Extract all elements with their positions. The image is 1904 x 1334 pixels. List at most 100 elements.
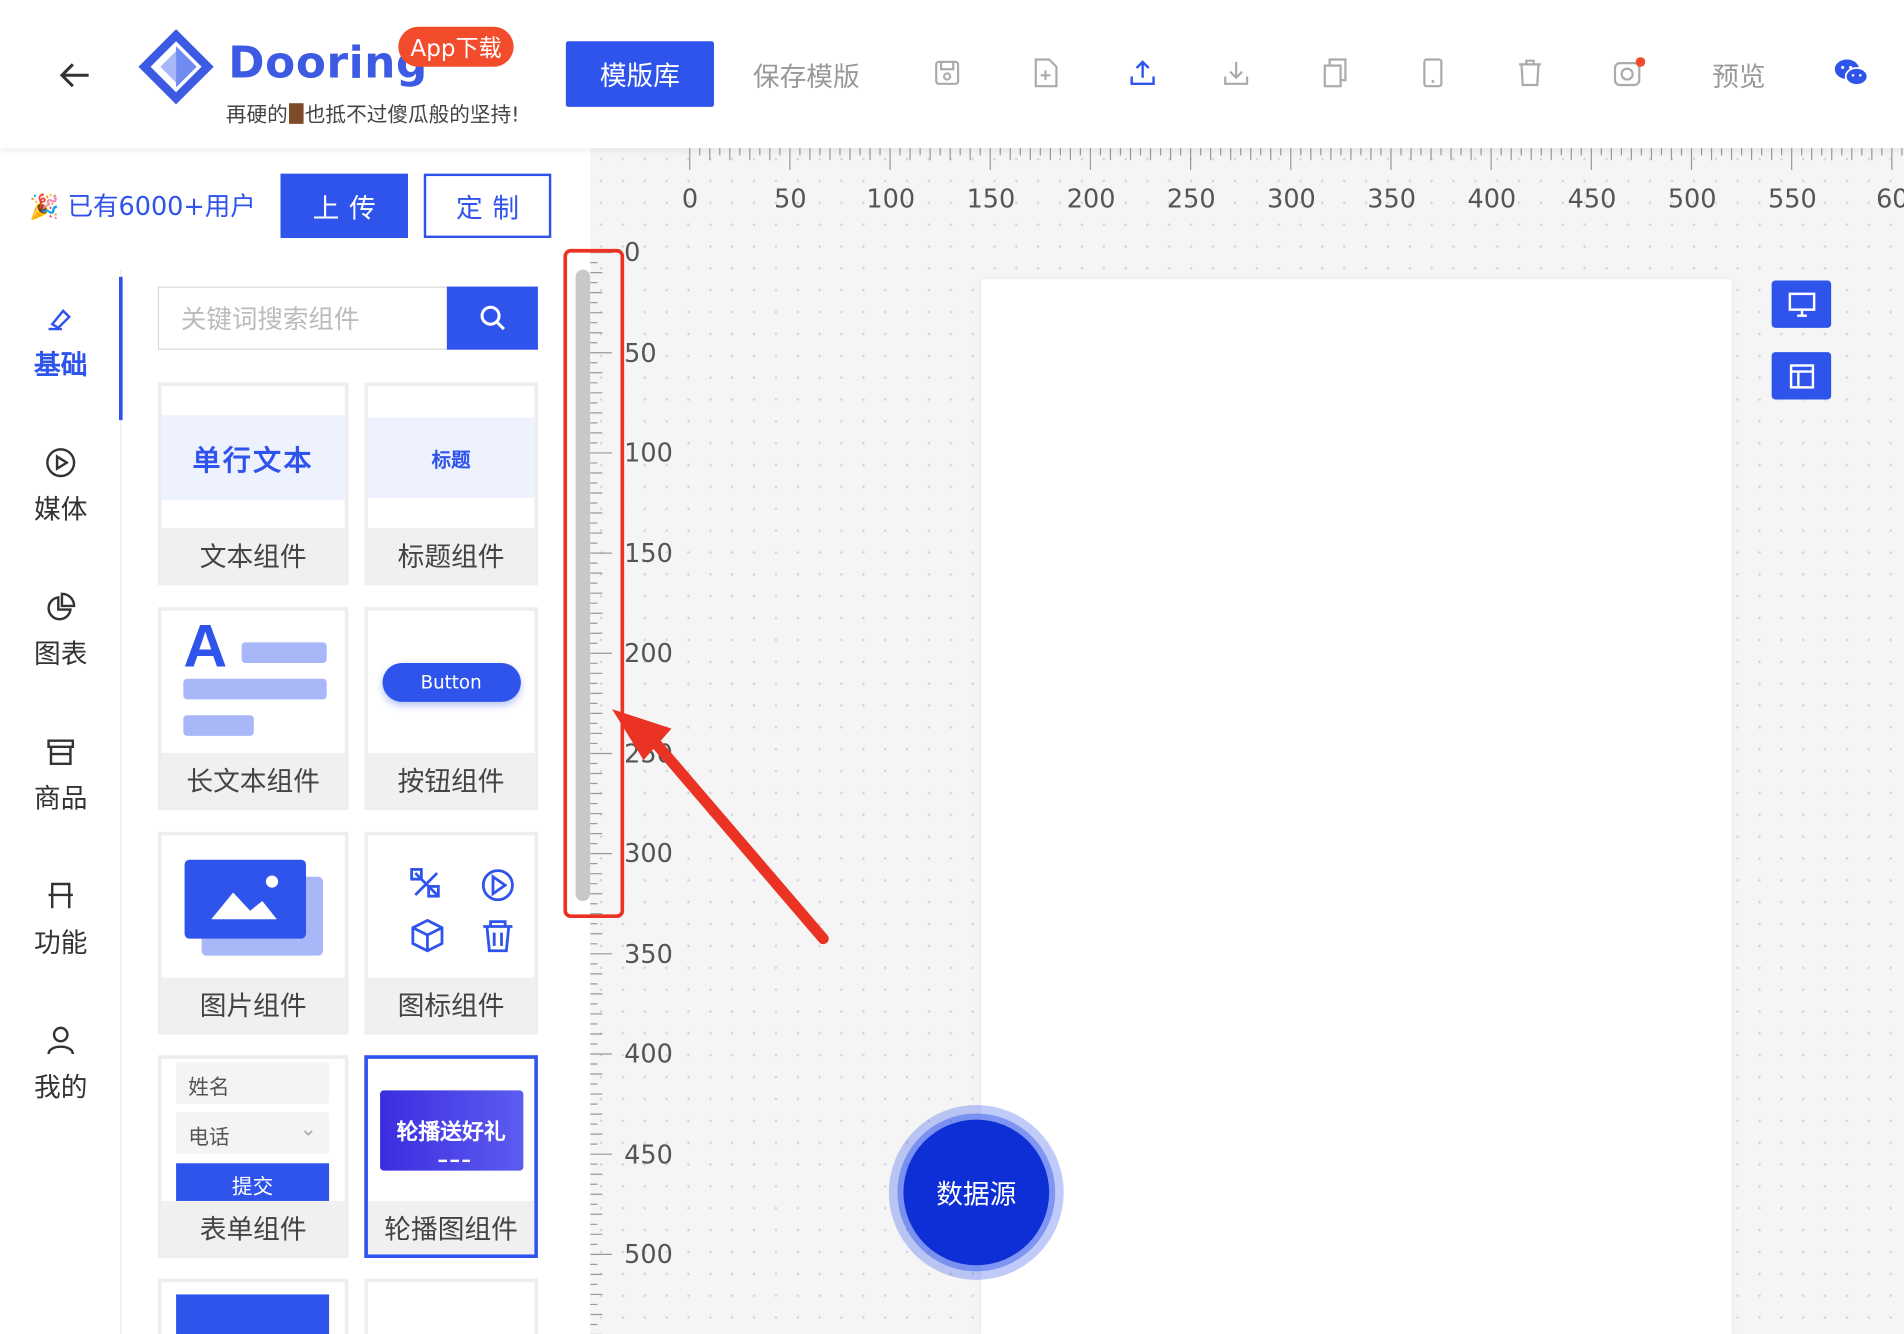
form-phone-field: 电话 ⌄	[176, 1112, 330, 1154]
carousel-thumb: 轮播送好礼	[368, 1059, 534, 1201]
line-bar	[183, 715, 254, 736]
highlight-icon	[48, 309, 71, 331]
h-ruler-tick-label: 450	[1567, 184, 1617, 214]
h-ruler-tick-label: 550	[1768, 184, 1817, 214]
tab-basic[interactable]: 基础	[0, 276, 123, 421]
mobile-icon[interactable]	[1411, 51, 1455, 95]
form-component-card[interactable]: 姓名 电话 ⌄ 提交 表单组件	[157, 1055, 349, 1258]
data-source-label: 数据源	[903, 1119, 1050, 1266]
icons-grid	[409, 867, 514, 952]
users-count: 🎉 已有6000+用户	[29, 187, 256, 223]
h-ruler-tick-label: 60	[1876, 184, 1904, 214]
h-ruler-tick-label: 150	[966, 184, 1016, 214]
upload-button[interactable]: 上传	[280, 173, 408, 238]
tab-label: 图表	[33, 639, 88, 671]
tab-media[interactable]: 媒体	[0, 420, 121, 554]
dooring-logo-icon	[134, 24, 219, 109]
editor-canvas[interactable]: 0 50 100 150 200 250 300 350 400 450 500 550 60 0 50 1…	[590, 148, 1904, 1334]
layout-icon[interactable]	[1771, 352, 1832, 400]
play-circle-icon	[46, 448, 76, 478]
preview-button[interactable]: 预览	[1712, 56, 1765, 95]
h-ruler-tick-label: 400	[1467, 184, 1517, 214]
longtext-component-card[interactable]: A 长文本组件	[157, 607, 349, 810]
next-component-card[interactable]	[364, 1278, 538, 1334]
form-phone-label: 电话	[188, 1125, 230, 1150]
new-file-icon[interactable]	[1024, 51, 1068, 95]
door-emoji-icon	[289, 103, 304, 124]
template-library-button[interactable]: 模版库	[565, 41, 714, 107]
slogan: 再硬的 也抵不过傻瓜般的坚持!	[225, 97, 520, 128]
user-icon	[47, 1026, 75, 1055]
slogan-part1: 再硬的	[225, 103, 288, 128]
line-bar	[183, 678, 327, 700]
v-ruler-tick-label: 500	[624, 1239, 673, 1269]
button-preview: Button	[381, 662, 521, 702]
image-component-card[interactable]: 图片组件	[157, 831, 349, 1035]
image-thumb	[162, 835, 345, 977]
image-icon	[183, 859, 323, 956]
v-ruler-tick-label: 250	[624, 738, 673, 769]
component-search-input[interactable]: 关键词搜索组件	[157, 286, 447, 350]
line-bar	[241, 642, 327, 663]
scrollbar-highlight-box	[563, 248, 625, 918]
v-ruler-tick-label: 300	[624, 839, 673, 869]
next-component-card[interactable]	[157, 1278, 349, 1334]
tab-label: 媒体	[33, 495, 88, 526]
delete-icon[interactable]	[1508, 51, 1552, 95]
title-preview: 标题	[367, 417, 535, 498]
card-caption: 长文本组件	[161, 752, 345, 807]
button-component-card[interactable]: Button 按钮组件	[364, 607, 538, 810]
button-thumb: Button	[368, 611, 534, 753]
carousel-component-card[interactable]: 轮播送好礼 轮播图组件	[364, 1055, 538, 1258]
card-caption: 图标组件	[367, 977, 535, 1031]
form-submit-button: 提交	[176, 1163, 330, 1205]
category-tabs: 基础 媒体 图表 商品 功能 我的	[0, 269, 123, 1334]
upload-icon[interactable]	[1121, 51, 1165, 95]
card-caption: 轮播图组件	[367, 1200, 535, 1255]
h-ruler-tick-label: 200	[1066, 184, 1116, 214]
text-thumb: 单行文本	[161, 386, 345, 528]
chevron-down-icon: ⌄	[299, 1117, 317, 1142]
longtext-thumb: A	[162, 611, 345, 753]
title-thumb: 标题	[367, 386, 535, 528]
card-caption: 按钮组件	[367, 752, 535, 807]
users-count-text: 已有6000+用户	[67, 191, 256, 221]
page-canvas[interactable]	[981, 279, 1732, 1334]
icon-component-card[interactable]: 图标组件	[364, 831, 538, 1035]
h-ruler-tick-label: 100	[866, 184, 916, 214]
app-download-badge[interactable]: App下载	[398, 26, 514, 67]
data-source-button[interactable]: 数据源	[888, 1105, 1064, 1280]
next-thumb	[176, 1294, 330, 1334]
save-icon[interactable]	[925, 51, 969, 95]
search-button[interactable]	[446, 286, 538, 350]
camera-icon[interactable]	[1607, 51, 1651, 95]
back-arrow-icon[interactable]	[53, 53, 97, 97]
form-name-field: 姓名	[176, 1062, 330, 1104]
carousel-preview: 轮播送好礼	[379, 1089, 523, 1170]
custom-button[interactable]: 定制	[423, 173, 552, 238]
card-caption: 图片组件	[161, 977, 345, 1031]
carousel-dots	[437, 1159, 470, 1162]
pie-chart-icon	[47, 592, 76, 621]
v-ruler-tick-label: 350	[624, 939, 673, 969]
v-ruler-tick-label: 400	[624, 1039, 673, 1069]
h-ruler-tick-label: 50	[774, 184, 807, 214]
h-ruler-tick-label: 0	[681, 184, 699, 214]
tab-label: 基础	[33, 350, 88, 382]
tab-product[interactable]: 商品	[0, 709, 121, 843]
card-caption: 表单组件	[161, 1200, 345, 1255]
card-caption: 标题组件	[367, 528, 535, 582]
title-component-card[interactable]: 标题 标题组件	[364, 382, 538, 586]
h-ruler-tick-label: 300	[1267, 184, 1316, 214]
tab-mine[interactable]: 我的	[0, 998, 121, 1132]
text-preview: 单行文本	[161, 414, 345, 500]
tab-function[interactable]: 功能	[0, 854, 121, 988]
wechat-icon[interactable]	[1830, 51, 1874, 95]
tab-chart[interactable]: 图表	[0, 565, 121, 699]
save-template-button[interactable]: 保存模版	[753, 56, 860, 95]
tab-label: 功能	[33, 928, 88, 960]
text-component-card[interactable]: 单行文本 文本组件	[157, 382, 349, 586]
download-icon[interactable]	[1214, 51, 1258, 95]
copy-icon[interactable]	[1313, 51, 1357, 95]
desktop-icon[interactable]	[1771, 280, 1832, 328]
